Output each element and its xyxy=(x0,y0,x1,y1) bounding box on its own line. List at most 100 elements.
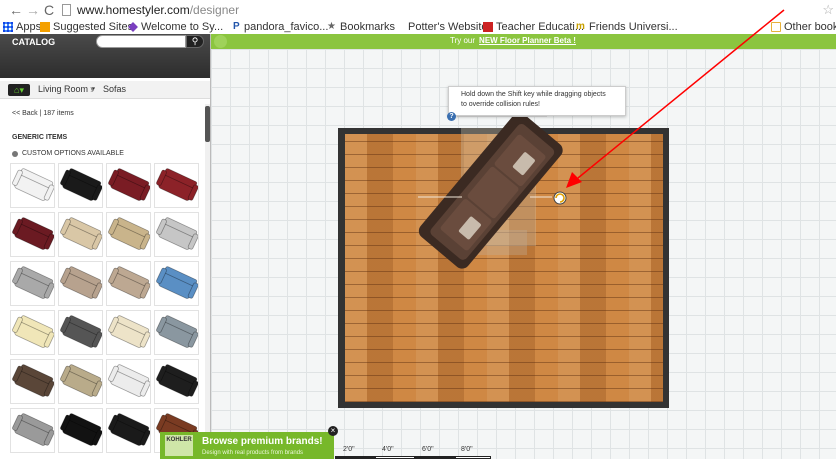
sofa-thumbnail-icon xyxy=(60,413,102,446)
sofa-thumbnail-icon xyxy=(108,315,150,348)
url-field[interactable]: www.homestyler.com/designer xyxy=(77,3,239,17)
promo-text: Try our NEW Floor Planner Beta ! xyxy=(450,36,576,45)
catalog-item-sectional-white[interactable] xyxy=(106,359,151,404)
catalog-item-sofa-black-tufted[interactable] xyxy=(106,408,151,453)
welcome-icon xyxy=(128,22,138,32)
sofa-thumbnail-icon xyxy=(108,266,150,299)
section-heading: GENERIC ITEMS xyxy=(12,134,68,141)
bookmark-label: Friends Universi... xyxy=(589,21,678,33)
catalog-scroll-thumb[interactable] xyxy=(205,106,210,142)
friends-univ-icon: m xyxy=(576,21,585,32)
sofa-thumbnail-icon xyxy=(12,364,54,397)
catalog-item-sofa-burgundy[interactable] xyxy=(106,163,151,208)
sofa-thumbnail-icon xyxy=(156,217,198,250)
bookmark-label: Other bookm xyxy=(784,21,836,33)
premium-brands-ad[interactable]: KOHLER Browse premium brands! Design wit… xyxy=(160,432,334,459)
back-link[interactable]: << Back | 187 items xyxy=(12,110,74,117)
bookmark-label: Bookmarks xyxy=(340,21,396,33)
bookmarks-bar: Apps Suggested Sites Welcome to Sy... Pp… xyxy=(0,20,836,34)
ad-subtitle: Design with real products from brands xyxy=(202,450,304,456)
bookmark-label: Teacher Educati... xyxy=(496,21,585,33)
catalog-item-sofa-maroon[interactable] xyxy=(10,212,55,257)
breadcrumb-room-dropdown[interactable]: Living Room ▾ xyxy=(38,84,95,95)
sofa-thumbnail-icon xyxy=(156,315,198,348)
collision-tooltip: Hold down the Shift key while dragging o… xyxy=(448,86,626,116)
sofa-thumbnail-icon xyxy=(108,364,150,397)
tooltip-pointer-line xyxy=(457,116,547,117)
bookmark-apps[interactable]: Apps xyxy=(3,20,41,34)
star-icon: ★ xyxy=(327,21,336,32)
catalog-item-sofa-sectional-blue[interactable] xyxy=(154,261,199,306)
catalog-item-sofa-cream-brown[interactable] xyxy=(58,212,103,257)
bookmark-potters-website[interactable]: Potter's Website xyxy=(408,20,488,34)
catalog-item-sofa-beige-stripe[interactable] xyxy=(106,261,151,306)
breadcrumb-separator-icon: › xyxy=(90,82,94,96)
catalog-scrollbar[interactable] xyxy=(205,104,210,459)
sofa-thumbnail-icon xyxy=(108,217,150,250)
bookmark-label: Potter's Website xyxy=(408,21,488,33)
bookmark-suggested-sites[interactable]: Suggested Sites xyxy=(40,20,133,34)
sofa-thumbnail-icon xyxy=(12,217,54,250)
folder-icon xyxy=(771,22,781,32)
sofa-thumbnail-icon xyxy=(156,364,198,397)
kohler-logo: KOHLER xyxy=(165,435,193,456)
help-icon[interactable]: ? xyxy=(447,112,456,121)
catalog-header: CATALOG ⚲ xyxy=(0,34,210,78)
sofa-thumbnail-icon xyxy=(12,413,54,446)
sofa-thumbnail-icon xyxy=(60,217,102,250)
catalog-item-sofa-light-grey[interactable] xyxy=(154,212,199,257)
bookmark-pandora[interactable]: Ppandora_favico... xyxy=(233,20,328,34)
back-arrow-icon[interactable]: ← xyxy=(9,1,23,19)
search-icon[interactable]: ⚲ xyxy=(186,35,204,48)
close-icon[interactable]: × xyxy=(328,426,338,436)
promo-prefix: Try our xyxy=(450,36,476,45)
catalog-item-sofa-white-loveseat[interactable] xyxy=(10,163,55,208)
sofa-thumbnail-icon xyxy=(12,266,54,299)
ruler-label: 4'0" xyxy=(382,446,394,453)
catalog-item-sofa-grey-fabric[interactable] xyxy=(10,261,55,306)
catalog-item-sofa-khaki[interactable] xyxy=(58,359,103,404)
bookmark-other[interactable]: Other bookm xyxy=(771,20,836,34)
catalog-panel: CATALOG ⚲ ⌂▾ Living Room ▾ › Sofas << Ba… xyxy=(0,34,211,459)
bookmark-star-icon[interactable]: ☆ xyxy=(822,2,834,18)
apps-grid-icon xyxy=(3,22,13,32)
bookmark-welcome[interactable]: Welcome to Sy... xyxy=(128,20,223,34)
catalog-item-sofa-red-leather[interactable] xyxy=(154,163,199,208)
room-floor[interactable] xyxy=(345,134,663,402)
catalog-title: CATALOG xyxy=(12,37,56,47)
forward-arrow-icon[interactable]: → xyxy=(26,1,40,19)
catalog-item-chair-dark-grey[interactable] xyxy=(58,310,103,355)
catalog-item-sofa-sectional-grey[interactable] xyxy=(154,310,199,355)
sofa-thumbnail-icon xyxy=(60,315,102,348)
breadcrumb-category[interactable]: Sofas xyxy=(103,84,126,94)
reload-icon[interactable]: C xyxy=(44,1,54,19)
bookmark-label: Apps xyxy=(16,21,42,33)
sofa-thumbnail-icon xyxy=(60,266,102,299)
sofa-thumbnail-icon xyxy=(12,168,54,201)
catalog-item-sofa-black[interactable] xyxy=(154,359,199,404)
url-path: /designer xyxy=(189,3,240,17)
ruler-label: 2'0" xyxy=(343,446,355,453)
teacher-edu-icon xyxy=(483,22,493,32)
bookmark-teacher-education[interactable]: Teacher Educati... xyxy=(483,20,584,34)
catalog-search-input[interactable] xyxy=(96,35,186,48)
bookmark-bookmarks[interactable]: ★ Bookmarks xyxy=(327,20,395,34)
panel-toggle-icon[interactable] xyxy=(214,35,227,48)
catalog-item-chaise-cream[interactable] xyxy=(10,310,55,355)
catalog-item-sofa-taupe[interactable] xyxy=(58,261,103,306)
page-icon xyxy=(62,4,71,16)
browser-address-bar: ← → C www.homestyler.com/designer ☆ xyxy=(0,0,836,20)
catalog-item-sofa-grey-pleated[interactable] xyxy=(10,408,55,453)
catalog-item-sofa-ivory[interactable] xyxy=(106,310,151,355)
bookmark-friends-university[interactable]: m Friends Universi... xyxy=(576,20,678,34)
home-icon[interactable]: ⌂▾ xyxy=(8,84,30,96)
sofa-thumbnail-icon xyxy=(108,413,150,446)
catalog-item-sofa-black-leather[interactable] xyxy=(58,163,103,208)
catalog-item-sectional-black[interactable] xyxy=(58,408,103,453)
ad-title: Browse premium brands! xyxy=(202,436,323,447)
pandora-icon: P xyxy=(233,21,240,32)
floor-planner-beta-link[interactable]: NEW Floor Planner Beta ! xyxy=(479,36,576,45)
breadcrumb: ⌂▾ Living Room ▾ › Sofas xyxy=(0,81,210,99)
catalog-item-sectional-brown[interactable] xyxy=(10,359,55,404)
catalog-item-sofa-tan-black[interactable] xyxy=(106,212,151,257)
